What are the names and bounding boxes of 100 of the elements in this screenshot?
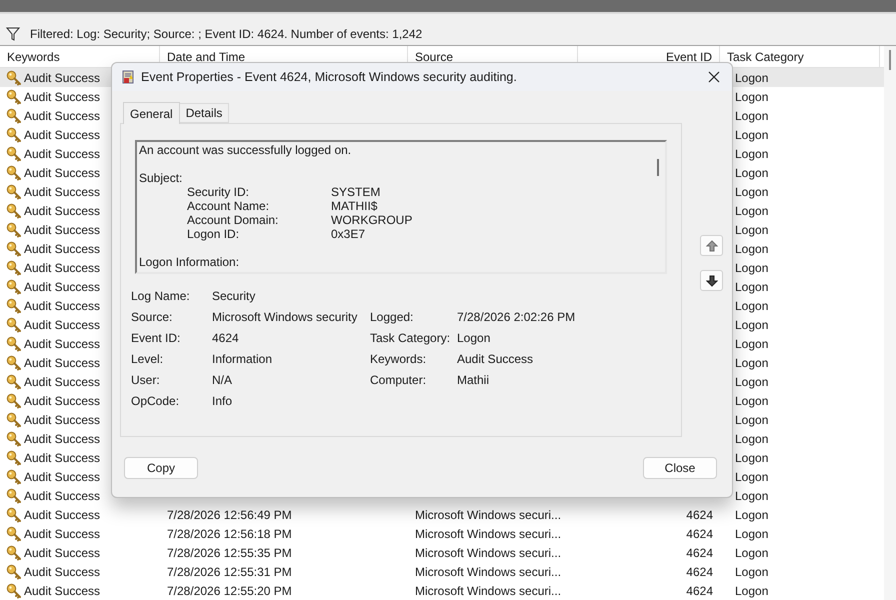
next-button[interactable] (700, 270, 723, 291)
up-arrow-icon (706, 240, 718, 252)
table-cell-text: Audit Success (24, 374, 100, 390)
table-cell-text: Audit Success (24, 278, 100, 296)
field-value: Microsoft Windows security (212, 310, 358, 325)
field-value: SYSTEM (331, 185, 380, 199)
description-box[interactable]: An account was successfully logged on. Subject: Security ID: SYSTEM Account Name: MATHII$ Account Domain: WORKGROUP Logon ID: 0x3E7 Logon Information: (135, 140, 667, 274)
table-cell-text: Logon (735, 544, 768, 562)
table-cell-text: Audit Success (24, 222, 100, 238)
field-label: Account Domain: (187, 213, 280, 227)
table-cell-text: 4624 (686, 544, 713, 562)
dialog-title: Event Properties - Event 4624, Microsoft Windows security auditing. (141, 68, 518, 86)
table-cell-text: Logon (735, 336, 768, 352)
table-cell-text: Audit Success (24, 164, 100, 182)
table-cell-text: Logon (735, 392, 768, 410)
table-cell-text: Logon (735, 488, 768, 504)
field-value: Information (212, 352, 274, 367)
table-cell-text: Logon (735, 582, 768, 600)
key-icon (6, 240, 22, 256)
table-cell-text: Microsoft Windows securi... (415, 506, 562, 524)
field-value: Security (212, 289, 256, 304)
table-cell-text: Logon (735, 164, 768, 182)
field-value: 0x3E7 (331, 227, 366, 241)
key-icon (6, 468, 22, 484)
table-cell-text: Logon (735, 278, 768, 296)
field-label: Security ID: (187, 185, 250, 199)
table-cell-text: Audit Success (24, 260, 100, 276)
close-icon (708, 71, 720, 83)
table-cell-text: Audit Success (24, 506, 100, 524)
table-cell-text: Audit Success (24, 202, 100, 220)
previous-button[interactable] (700, 235, 723, 256)
table-cell-text: 7/28/2026 12:55:35 PM (167, 544, 292, 562)
table-cell-text: Logon (735, 316, 768, 334)
field-label: OpCode: (131, 394, 180, 409)
key-icon (6, 164, 22, 180)
key-icon (6, 450, 22, 466)
table-cell-text: Audit Success (24, 430, 100, 448)
table-cell-text: Logon (735, 202, 768, 220)
field-label: Log Name: (131, 289, 191, 304)
table-cell-text: Logon (735, 374, 768, 390)
table-cell-text: 4624 (686, 582, 713, 600)
table-cell-text: Logon (735, 184, 768, 200)
key-icon (6, 374, 22, 390)
tab[interactable]: General (123, 102, 180, 124)
table-cell-text: Audit Success (24, 526, 100, 542)
key-icon (6, 222, 22, 238)
key-icon (6, 260, 22, 276)
field-label: Computer: (370, 373, 428, 388)
field-label: Logon ID: (187, 227, 240, 241)
table-cell-text: Audit Success (24, 488, 100, 504)
close-dialog-button[interactable]: Close (643, 457, 717, 479)
field-label: Logged: (370, 310, 414, 325)
field-label: Level: (131, 352, 164, 367)
table-cell-text: Audit Success (24, 544, 100, 562)
table-cell-text: Logon (735, 412, 768, 428)
table-cell-text: Audit Success (24, 298, 100, 314)
description-text: An account was successfully logged on. (139, 143, 352, 157)
key-icon (6, 544, 22, 560)
field-value: 7/28/2026 2:02:26 PM (457, 310, 576, 325)
field-value: MATHII$ (331, 199, 378, 213)
table-cell-text: Audit Success (24, 184, 100, 200)
table-cell-text: Microsoft Windows securi... (415, 544, 562, 562)
key-icon (6, 412, 22, 428)
field-value: Logon (457, 331, 492, 346)
table-cell-text: Audit Success (24, 450, 100, 466)
table-cell-text: Audit Success (24, 468, 100, 486)
scrollbar[interactable] (884, 46, 896, 600)
table-cell-text: 4624 (686, 506, 713, 524)
table-cell-text: Logon (735, 354, 768, 372)
table-cell-text: Logon (735, 564, 768, 580)
table-cell-text: 4624 (686, 526, 713, 542)
table-cell-text: Audit Success (24, 412, 100, 428)
field-value: Audit Success (457, 352, 534, 367)
field-value: WORKGROUP (331, 213, 412, 227)
tab[interactable]: Details (180, 103, 230, 123)
table-cell-text: Audit Success (24, 108, 100, 124)
key-icon (6, 278, 22, 294)
field-label: Task Category: (370, 331, 452, 346)
copy-button[interactable]: Copy (124, 457, 198, 479)
close-button[interactable] (706, 69, 722, 85)
key-icon (6, 354, 22, 370)
table-cell-text: 7/28/2026 12:56:18 PM (167, 526, 292, 542)
field-value: Mathii (457, 373, 490, 388)
table-cell-text: Audit Success (24, 316, 100, 334)
field-value: N/A (212, 373, 234, 388)
key-icon (6, 392, 22, 408)
table-cell-text: Logon (735, 260, 768, 276)
table-cell-text: Audit Success (24, 582, 100, 600)
table-cell-text: Audit Success (24, 88, 100, 106)
table-cell-text: Logon (735, 298, 768, 314)
key-icon (6, 70, 22, 86)
description-text: Subject: (139, 171, 184, 185)
table-cell-text: Audit Success (24, 564, 100, 580)
key-icon (6, 336, 22, 352)
table-cell-text: Audit Success (24, 70, 100, 86)
table-cell-text: Microsoft Windows securi... (415, 526, 562, 542)
event-log-icon (121, 70, 135, 84)
table-cell-text: Logon (735, 108, 768, 124)
scrollbar-thumb[interactable] (657, 159, 659, 176)
field-label: Event ID: (131, 331, 182, 346)
